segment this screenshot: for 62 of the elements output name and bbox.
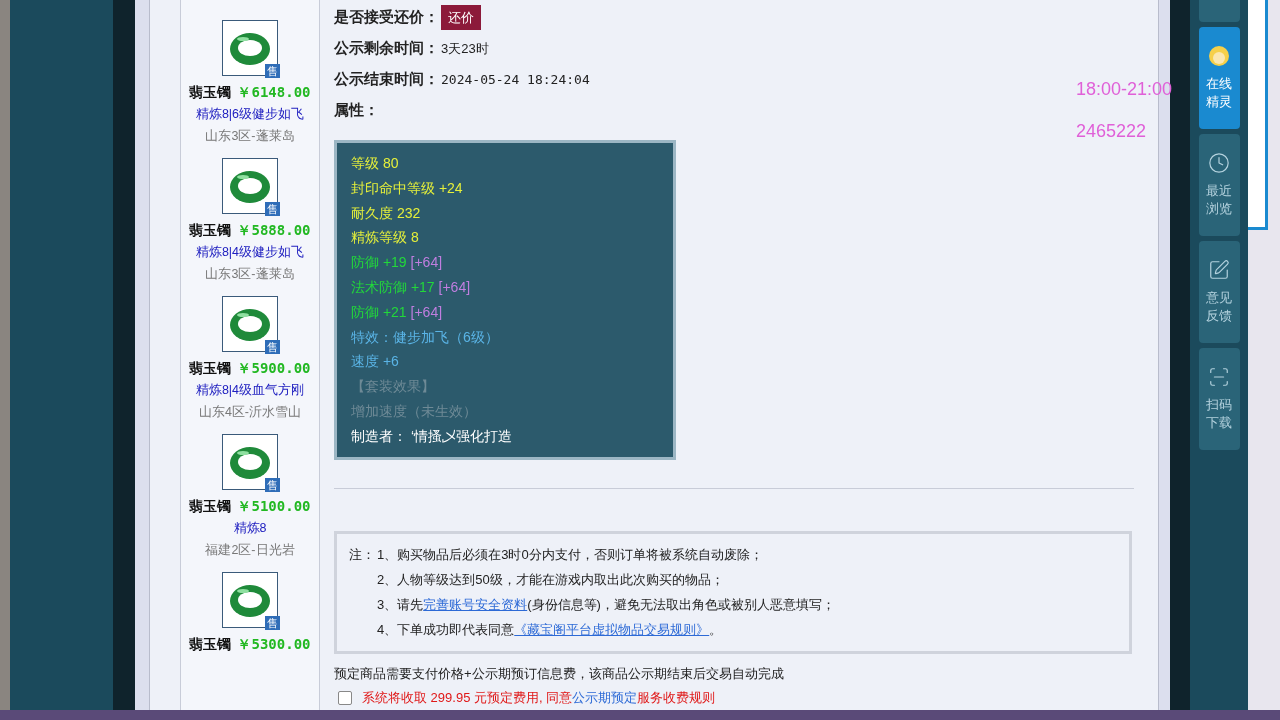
field-label: 是否接受还价： (334, 7, 439, 27)
item-tags: 精炼8|6级健步如飞 (195, 105, 305, 124)
item-name[interactable]: 翡玉镯 (189, 220, 232, 241)
item-price: ￥5888.00 (237, 221, 311, 240)
server-name: 山东3区-蓬莱岛 (205, 127, 295, 145)
item-tags: 精炼8 (233, 519, 267, 538)
sidebar-button[interactable]: 最近浏览 (1198, 134, 1240, 236)
item-name[interactable]: 翡玉镯 (189, 358, 232, 379)
agree-checkbox[interactable] (338, 690, 352, 705)
notes-prefix: 注： (349, 545, 376, 564)
item-tags: 精炼8|4级健步如飞 (195, 243, 305, 262)
item-price: ￥5300.00 (237, 635, 311, 654)
attribute-line: 速度 +6 (351, 352, 400, 372)
item-price: ￥5100.00 (237, 497, 311, 516)
note-line: 4、下单成功即代表同意《藏宝阁平台虚拟物品交易规则》。 (377, 620, 723, 639)
item-tags: 精炼8|4级血气方刚 (195, 381, 305, 400)
sidebar-button[interactable]: 意见反馈 (1198, 241, 1240, 343)
attribute-line: 法术防御 +17 [+64] (351, 278, 472, 297)
item-name[interactable]: 翡玉镯 (189, 496, 232, 517)
sidebar-button[interactable]: 扫码下载 (1198, 348, 1240, 450)
reserve-note: 预定商品需要支付价格+公示期预订信息费，该商品公示期结束后交易自动完成 (334, 664, 785, 683)
field-value: 3天23时 (441, 39, 489, 58)
attribute-line: 【套装效果】 (351, 377, 436, 397)
field-label: 属性： (334, 100, 379, 120)
attribute-line: 等级 80 (351, 154, 400, 173)
item-price: ￥6148.00 (237, 83, 311, 102)
item-name[interactable]: 翡玉镯 (189, 82, 232, 103)
note-line: 1、购买物品后必须在3时0分内支付，否则订单将被系统自动废除； (377, 545, 763, 564)
counter-offer-button[interactable]: 还价 (441, 4, 481, 31)
bracelet-icon[interactable] (222, 572, 278, 628)
attribute-line: 防御 +21 [+64] (351, 302, 444, 322)
bracelet-icon[interactable] (222, 158, 278, 214)
field-label: 公示剩余时间： (334, 38, 439, 58)
sidebar-button[interactable]: 在线精灵 (1198, 27, 1240, 129)
edit-icon (1208, 259, 1230, 281)
agreement-text: 系统将收取 299.95 元预定费用, 同意公示期预定服务收费规则 (362, 689, 716, 708)
server-name: 山东4区-沂水雪山 (198, 403, 302, 421)
agreement-link[interactable]: 公示期预定 (572, 690, 638, 706)
number-text: 2465222 (1076, 120, 1147, 143)
bracelet-icon[interactable] (222, 434, 278, 490)
server-name: 福建2区-日光岩 (205, 541, 295, 559)
item-price: ￥5900.00 (237, 359, 311, 378)
scan-icon (1208, 366, 1230, 388)
attribute-line: 耐久度 232 (351, 203, 422, 223)
attribute-line: 精炼等级 8 (351, 228, 420, 248)
note-link[interactable]: 完善账号安全资料 (423, 596, 528, 612)
bracelet-icon[interactable] (222, 20, 278, 76)
note-line: 3、请先完善账号安全资料(身份信息等)，避免无法取出角色或被别人恶意填写； (377, 595, 835, 614)
attribute-line: 封印命中等级 +24 (351, 178, 464, 198)
server-name: 山东3区-蓬莱岛 (205, 265, 295, 283)
spirit-icon (1208, 45, 1230, 67)
clock-icon (1208, 152, 1230, 174)
attribute-line: 防御 +19 [+64] (351, 253, 444, 273)
note-link[interactable]: 《藏宝阁平台虚拟物品交易规则》 (514, 621, 710, 637)
field-value: 2024-05-24 18:24:04 (441, 70, 590, 89)
bracelet-icon[interactable] (222, 296, 278, 352)
attribute-line: 制造者： ‘情搔乄强化打造 (351, 426, 513, 446)
note-line: 2、人物等级达到50级，才能在游戏内取出此次购买的物品； (377, 570, 724, 589)
attribute-line: 增加速度（未生效） (351, 401, 478, 421)
field-label: 公示结束时间： (334, 69, 439, 89)
attribute-line: 特效：健步加飞（6级） (351, 327, 500, 347)
item-name[interactable]: 翡玉镯 (189, 634, 232, 655)
